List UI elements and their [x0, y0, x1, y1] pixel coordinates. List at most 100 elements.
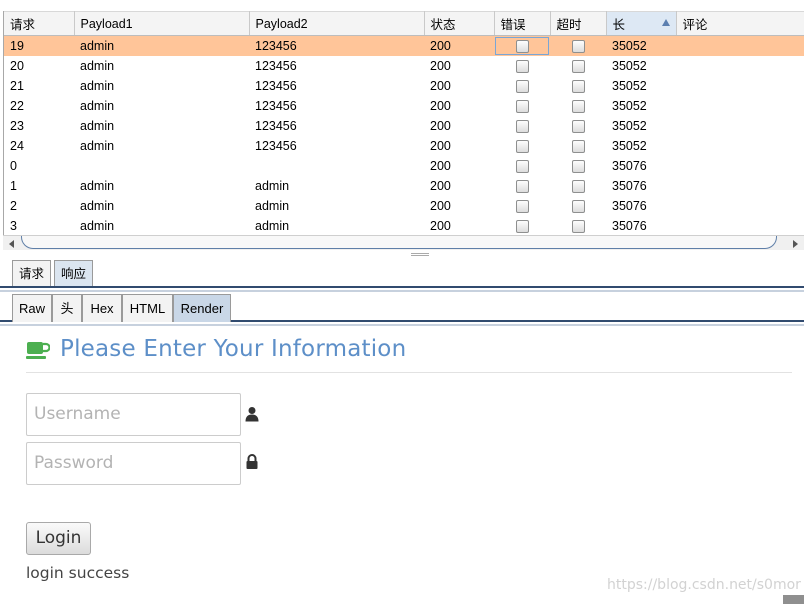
heading-divider	[26, 372, 792, 373]
message-tabs: 请求 响应	[0, 259, 804, 288]
username-input[interactable]: Username	[26, 393, 241, 436]
table-body: 19 admin 123456 200 35052 20 admin 123456 200 350…	[4, 35, 804, 236]
column-header-length[interactable]: 长	[606, 11, 677, 36]
error-checkbox[interactable]	[515, 219, 529, 233]
tab-render[interactable]: Render	[173, 294, 231, 322]
cell-error	[494, 35, 550, 56]
cell-timeout	[550, 35, 606, 56]
scrollbar-thumb[interactable]	[21, 236, 777, 249]
timeout-checkbox[interactable]	[571, 99, 585, 113]
render-view: Please Enter Your Information Username P…	[0, 326, 804, 604]
cell-payload1: admin	[80, 218, 115, 233]
column-header-timeout[interactable]: 超时	[550, 11, 607, 36]
error-checkbox[interactable]	[515, 119, 529, 133]
column-header-payload1[interactable]: Payload1	[74, 11, 250, 36]
tab-headers[interactable]: 头	[52, 294, 82, 322]
cell-length: 35076	[612, 198, 647, 213]
cell-length: 35052	[612, 78, 647, 93]
table-row[interactable]: 22 admin 123456 200 35052	[4, 96, 804, 116]
error-checkbox[interactable]	[515, 159, 529, 173]
cell-payload1: admin	[80, 198, 115, 213]
cell-payload2: 123456	[255, 138, 297, 153]
cell-error	[494, 196, 550, 216]
column-header-comment[interactable]: 评论	[676, 11, 804, 36]
table-row[interactable]: 24 admin 123456 200 35052	[4, 136, 804, 156]
cell-payload2: 123456	[255, 78, 297, 93]
timeout-checkbox[interactable]	[571, 199, 585, 213]
login-button[interactable]: Login	[26, 522, 91, 555]
table-header-row: 请求 Payload1 Payload2 状态 错误 超时 长 评论	[4, 11, 804, 36]
table-row[interactable]: 3 admin admin 200 35076	[4, 216, 804, 236]
timeout-checkbox[interactable]	[571, 59, 585, 73]
cell-status: 200	[430, 118, 451, 133]
cell-length: 35052	[612, 118, 647, 133]
cell-comment	[676, 196, 804, 216]
scroll-right-icon[interactable]	[793, 240, 798, 248]
error-checkbox[interactable]	[515, 99, 529, 113]
table-row[interactable]: 0 200 35076	[4, 156, 804, 176]
cell-request: 3	[10, 218, 17, 233]
timeout-checkbox[interactable]	[571, 119, 585, 133]
cell-payload2	[249, 156, 424, 176]
column-header-payload2[interactable]: Payload2	[249, 11, 425, 36]
table-row[interactable]: 23 admin 123456 200 35052	[4, 116, 804, 136]
tab-request[interactable]: 请求	[12, 260, 52, 286]
splitter-grip-icon[interactable]	[411, 253, 429, 256]
user-icon	[245, 407, 259, 422]
cell-comment	[676, 76, 804, 96]
cell-payload2: admin	[255, 178, 290, 193]
table-row[interactable]: 20 admin 123456 200 35052	[4, 56, 804, 76]
cell-comment	[676, 176, 804, 196]
cell-timeout	[550, 176, 606, 196]
error-checkbox[interactable]	[515, 139, 529, 153]
cell-request: 1	[10, 178, 17, 193]
column-header-error[interactable]: 错误	[494, 11, 551, 36]
timeout-checkbox[interactable]	[571, 79, 585, 93]
cell-request: 23	[10, 118, 24, 133]
cell-payload2: 123456	[255, 58, 297, 73]
table-row[interactable]: 21 admin 123456 200 35052	[4, 76, 804, 96]
results-table: 请求 Payload1 Payload2 状态 错误 超时 长 评论 19 adm…	[3, 11, 804, 237]
cell-payload2: 123456	[255, 118, 297, 133]
cell-error	[494, 136, 550, 156]
timeout-checkbox[interactable]	[571, 159, 585, 173]
password-input[interactable]: Password	[26, 442, 241, 485]
tab-html[interactable]: HTML	[122, 294, 173, 322]
cell-status: 200	[430, 78, 451, 93]
pane-splitter[interactable]	[0, 250, 804, 258]
column-header-request[interactable]: 请求	[4, 11, 75, 36]
error-checkbox[interactable]	[515, 199, 529, 213]
cell-timeout	[550, 96, 606, 116]
timeout-checkbox[interactable]	[571, 179, 585, 193]
cell-timeout	[550, 216, 606, 236]
cell-length: 35076	[612, 218, 647, 233]
error-checkbox[interactable]	[515, 179, 529, 193]
tab-raw[interactable]: Raw	[12, 294, 52, 322]
cell-request: 22	[10, 98, 24, 113]
cell-request: 20	[10, 58, 24, 73]
table-row[interactable]: 1 admin admin 200 35076	[4, 176, 804, 196]
cell-status: 200	[430, 178, 451, 193]
cell-request: 2	[10, 198, 17, 213]
cell-status: 200	[430, 158, 451, 173]
timeout-checkbox[interactable]	[571, 139, 585, 153]
tab-response[interactable]: 响应	[54, 260, 94, 286]
cell-request: 21	[10, 78, 24, 93]
cell-length: 35076	[612, 158, 647, 173]
timeout-checkbox[interactable]	[571, 39, 585, 53]
error-checkbox[interactable]	[515, 59, 529, 73]
error-checkbox[interactable]	[515, 39, 529, 53]
column-header-status[interactable]: 状态	[424, 11, 495, 36]
cell-payload1: admin	[80, 178, 115, 193]
scroll-left-icon[interactable]	[9, 240, 14, 248]
page-title: Please Enter Your Information	[60, 336, 407, 362]
tab-hex[interactable]: Hex	[82, 294, 122, 322]
resize-grip[interactable]	[783, 595, 804, 604]
table-row[interactable]: 19 admin 123456 200 35052	[4, 35, 804, 56]
table-row[interactable]: 2 admin admin 200 35076	[4, 196, 804, 216]
cell-timeout	[550, 56, 606, 76]
timeout-checkbox[interactable]	[571, 219, 585, 233]
error-checkbox[interactable]	[515, 79, 529, 93]
cell-length: 35052	[612, 98, 647, 113]
horizontal-scrollbar[interactable]	[3, 235, 804, 250]
